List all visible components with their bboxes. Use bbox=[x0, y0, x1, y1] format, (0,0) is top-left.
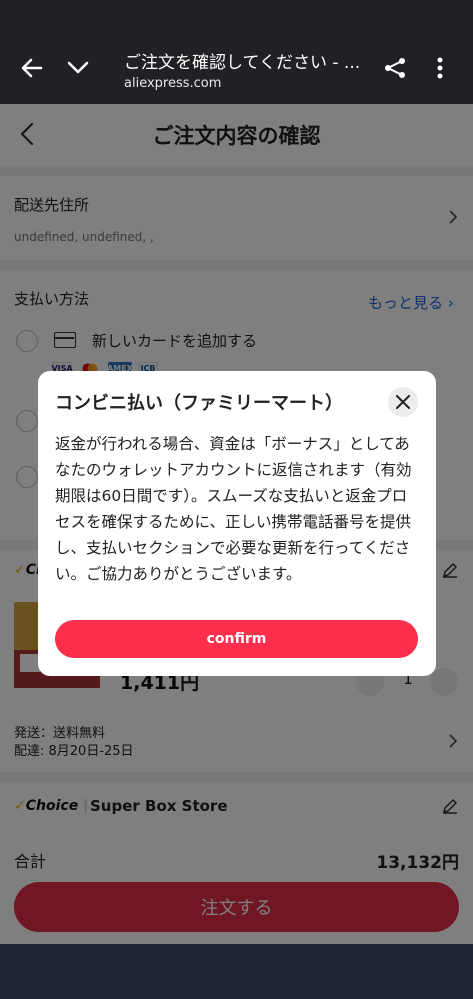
browser-url[interactable]: aliexpress.com bbox=[124, 76, 221, 91]
browser-page-title: ご注文を確認してください - ... bbox=[124, 53, 361, 73]
close-button[interactable] bbox=[388, 387, 418, 417]
browser-toolbar: ご注文を確認してください - ... aliexpress.com bbox=[0, 32, 473, 104]
share-icon[interactable] bbox=[381, 54, 409, 82]
system-nav-bar bbox=[0, 944, 473, 999]
status-bar bbox=[0, 0, 473, 32]
close-icon bbox=[396, 395, 410, 409]
convenience-store-payment-dialog: コンビニ払い（ファミリーマート） 返金が行われる場合、資金は「ボーナス」としてあ… bbox=[38, 371, 436, 676]
dialog-title: コンビニ払い（ファミリーマート） bbox=[55, 393, 343, 414]
confirm-button[interactable]: confirm bbox=[55, 620, 418, 658]
back-arrow-icon[interactable] bbox=[18, 54, 46, 82]
chevron-down-icon[interactable] bbox=[64, 54, 92, 82]
dialog-message: 返金が行われる場合、資金は「ボーナス」としてあなたのウォレットアカウントに返信さ… bbox=[55, 435, 412, 583]
more-vert-icon[interactable] bbox=[426, 54, 454, 82]
